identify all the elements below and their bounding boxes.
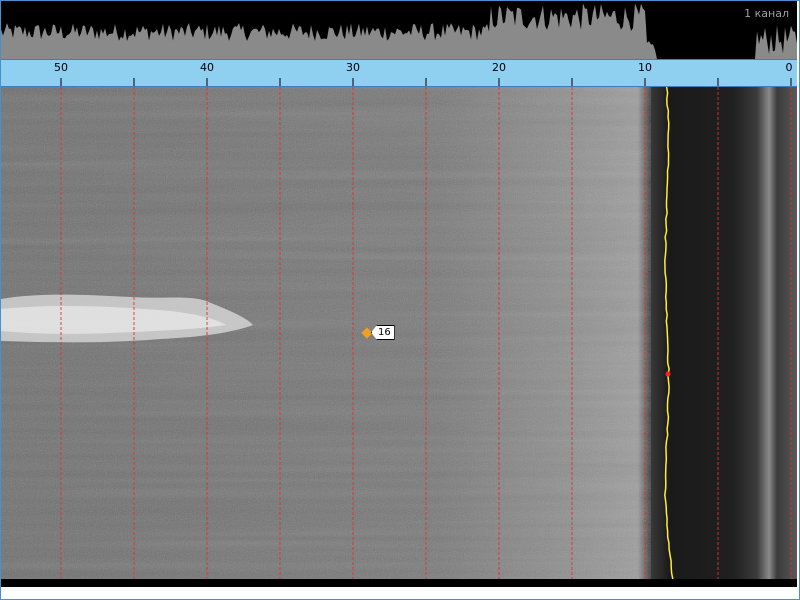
ruler-tick-label: 10 bbox=[638, 61, 652, 74]
ruler-tick-label: 30 bbox=[346, 61, 360, 74]
marker-diamond-icon bbox=[361, 327, 373, 339]
target-marker[interactable]: 16 bbox=[361, 325, 397, 341]
sonar-viewer-window: 1 канал 50 40 30 20 10 0 16 bbox=[0, 0, 800, 600]
amplitude-trace bbox=[1, 3, 797, 59]
track-point bbox=[665, 371, 671, 377]
range-ruler[interactable]: 50 40 30 20 10 0 bbox=[1, 59, 797, 87]
amplitude-strip: 1 канал bbox=[1, 1, 797, 59]
channel-label: 1 канал bbox=[744, 7, 789, 20]
status-footer bbox=[1, 587, 799, 599]
marker-label: 16 bbox=[371, 325, 395, 340]
sonar-waterfall bbox=[1, 87, 797, 579]
ruler-tick-label: 0 bbox=[785, 61, 793, 74]
ruler-ticks bbox=[60, 78, 792, 86]
ruler-tick-label: 20 bbox=[492, 61, 506, 74]
sonar-image-view[interactable]: 16 bbox=[1, 87, 797, 579]
amplitude-graph bbox=[1, 3, 797, 59]
ruler-tick-label: 50 bbox=[54, 61, 68, 74]
bottom-bar bbox=[1, 579, 797, 587]
ruler-tick-label: 40 bbox=[200, 61, 214, 74]
